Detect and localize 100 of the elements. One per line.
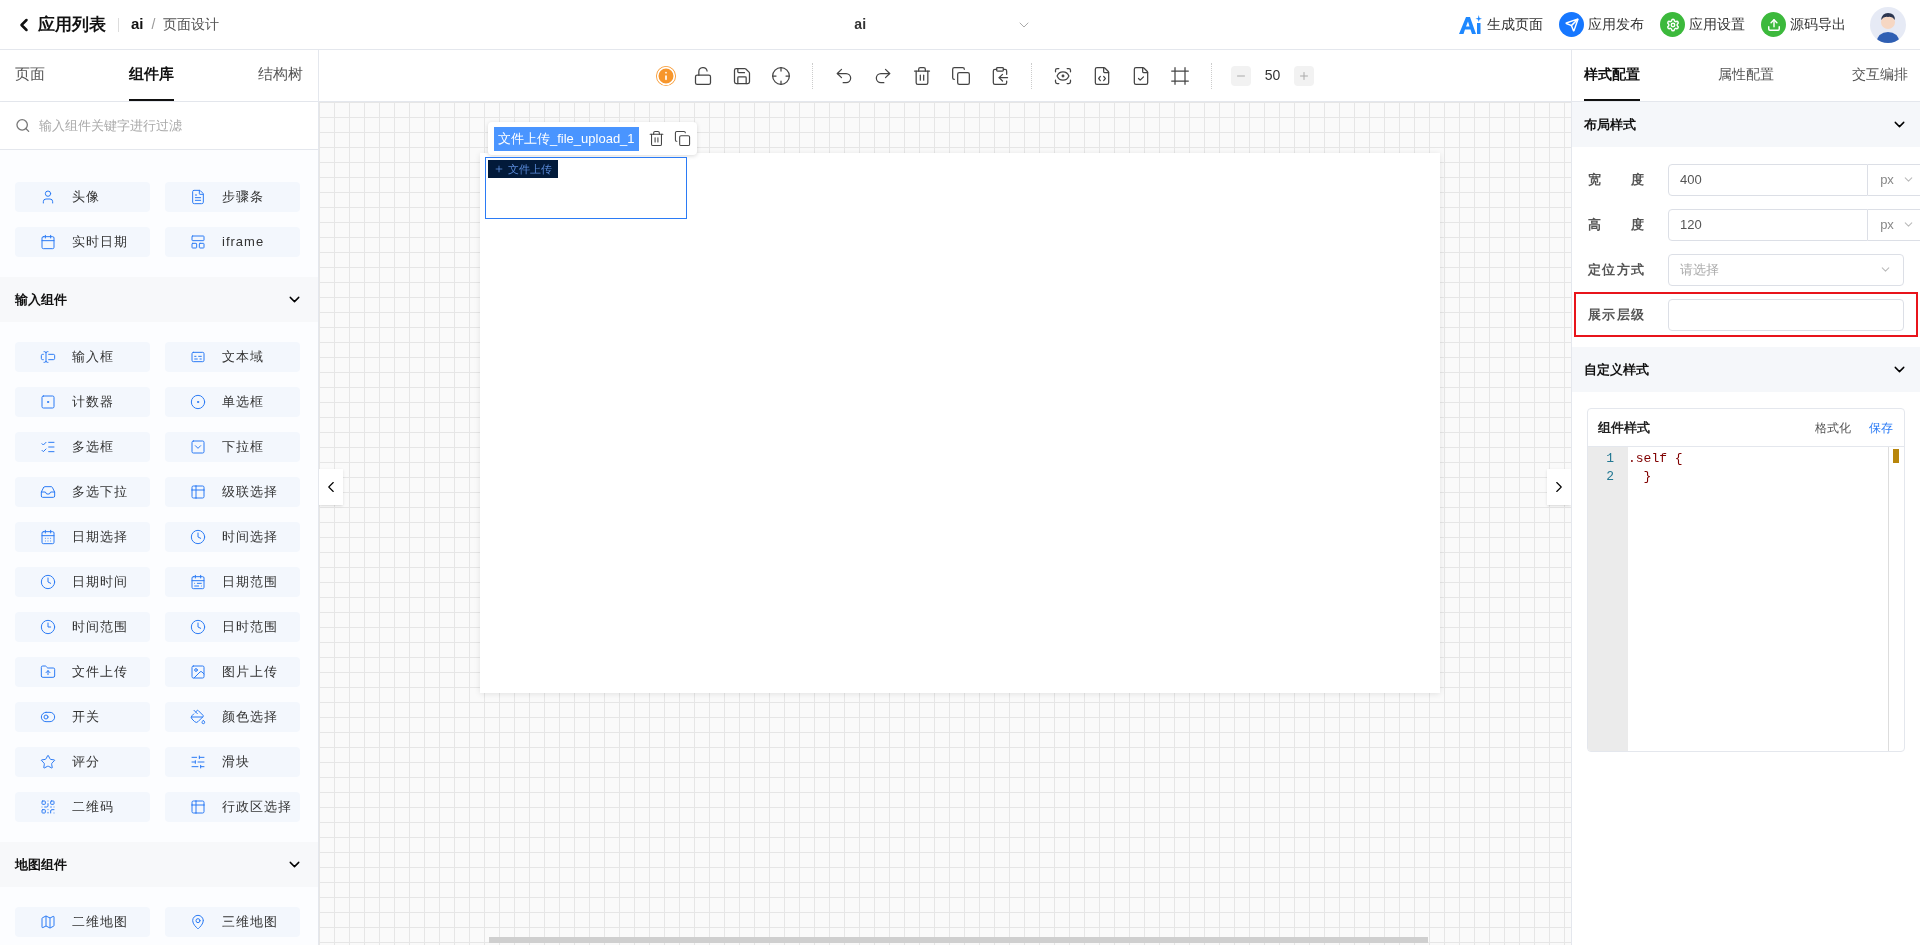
app-select[interactable]: ai xyxy=(854,14,1033,35)
field-label: 定位方式 xyxy=(1588,260,1644,279)
component-icon xyxy=(40,914,56,930)
section-header[interactable]: 自定义样式 xyxy=(1572,347,1920,392)
header-action[interactable]: 应用发布 xyxy=(1559,12,1644,37)
component-item[interactable]: 滑块 xyxy=(165,747,300,777)
number-field[interactable]: 400 xyxy=(1668,163,1868,196)
delete-icon[interactable] xyxy=(647,130,665,147)
number-field[interactable]: 120 xyxy=(1668,208,1868,241)
selected-component[interactable]: 文件上传 xyxy=(485,157,687,219)
component-item[interactable]: 头像 xyxy=(15,182,150,212)
component-item[interactable]: 单选框 xyxy=(165,387,300,417)
component-item[interactable]: 二维地图 xyxy=(15,907,150,937)
component-icon xyxy=(190,914,206,930)
section-header[interactable]: 地图组件 xyxy=(0,842,318,887)
component-icon xyxy=(190,754,206,770)
component-item[interactable]: 日时范围 xyxy=(165,612,300,642)
component-icon xyxy=(190,189,206,205)
component-icon xyxy=(40,394,56,410)
component-item[interactable]: 颜色选择 xyxy=(165,702,300,732)
component-icon xyxy=(190,529,206,545)
plus-icon xyxy=(494,164,504,174)
panel-tab[interactable]: 页面 xyxy=(15,50,45,101)
panel-tab[interactable]: 组件库 xyxy=(129,50,174,101)
scrollbar-marker xyxy=(1893,449,1899,463)
component-item[interactable]: 输入框 xyxy=(15,342,150,372)
component-item[interactable]: 图片上传 xyxy=(165,657,300,687)
component-icon xyxy=(40,484,56,500)
component-icon xyxy=(40,574,56,590)
component-icon xyxy=(40,619,56,635)
header-action[interactable]: 生成页面 xyxy=(1457,13,1543,36)
component-icon xyxy=(190,394,206,410)
component-icon xyxy=(190,439,206,455)
component-icon xyxy=(190,234,206,250)
zoom-value: 50 xyxy=(1264,66,1281,85)
search-field[interactable]: 输入组件关键字进行过滤 xyxy=(15,115,303,136)
component-item[interactable]: 文件上传 xyxy=(15,657,150,687)
collapse-right-button[interactable] xyxy=(1547,469,1571,505)
component-item[interactable]: iframe xyxy=(165,227,300,257)
component-icon xyxy=(40,234,56,250)
header-action[interactable]: 应用设置 xyxy=(1660,12,1745,37)
component-icon xyxy=(40,799,56,815)
section-header[interactable]: 输入组件 xyxy=(0,277,318,322)
editor-action-link[interactable]: 保存 xyxy=(1869,418,1893,437)
field-label: 展示层级 xyxy=(1588,305,1644,324)
section-header[interactable]: 布局样式 xyxy=(1572,102,1920,147)
component-icon xyxy=(190,619,206,635)
panel-tab[interactable]: 结构树 xyxy=(258,50,303,101)
component-item[interactable]: 日期选择 xyxy=(15,522,150,552)
avatar[interactable] xyxy=(1870,6,1906,43)
code-line: } xyxy=(1642,468,1652,485)
editor-action-link[interactable]: 格式化 xyxy=(1815,418,1851,437)
component-item[interactable]: 时间范围 xyxy=(15,612,150,642)
copy-icon[interactable] xyxy=(673,130,691,147)
upload-button[interactable]: 文件上传 xyxy=(488,160,558,178)
component-item[interactable]: 实时日期 xyxy=(15,227,150,257)
panel-tab[interactable]: 交互编排 xyxy=(1852,50,1908,101)
component-item[interactable]: 多选框 xyxy=(15,432,150,462)
component-icon xyxy=(40,189,56,205)
component-item[interactable]: 行政区选择 xyxy=(165,792,300,822)
component-icon xyxy=(40,664,56,680)
field-label: 宽度 xyxy=(1588,170,1644,189)
unit-select[interactable]: px xyxy=(1868,208,1920,241)
component-icon xyxy=(40,754,56,770)
panel-tab[interactable]: 属性配置 xyxy=(1718,50,1774,101)
component-icon xyxy=(190,574,206,590)
component-item[interactable]: 步骤条 xyxy=(165,182,300,212)
plus-icon xyxy=(1298,69,1311,82)
input-field[interactable] xyxy=(1668,298,1904,331)
component-item[interactable]: 开关 xyxy=(15,702,150,732)
component-item[interactable]: 日期时间 xyxy=(15,567,150,597)
component-item[interactable]: 文本域 xyxy=(165,342,300,372)
back-button[interactable]: 应用列表 xyxy=(14,11,106,38)
component-icon xyxy=(190,664,206,680)
collapse-left-button[interactable] xyxy=(319,469,343,505)
unit-select[interactable]: px xyxy=(1868,163,1920,196)
component-icon xyxy=(40,439,56,455)
search-icon xyxy=(15,117,31,134)
line-number: 1 xyxy=(1605,450,1615,467)
component-item[interactable]: 日期范围 xyxy=(165,567,300,597)
component-item[interactable]: 评分 xyxy=(15,747,150,777)
code-line: .self { xyxy=(1628,450,1683,467)
header-action[interactable]: 源码导出 xyxy=(1761,12,1846,37)
page-name: 页面设计 xyxy=(163,15,220,34)
component-icon xyxy=(40,709,56,725)
component-item[interactable]: 级联选择 xyxy=(165,477,300,507)
component-icon xyxy=(40,529,56,545)
component-icon xyxy=(190,799,206,815)
component-item[interactable]: 三维地图 xyxy=(165,907,300,937)
editor-title: 组件样式 xyxy=(1598,418,1650,437)
component-item[interactable]: 下拉框 xyxy=(165,432,300,462)
component-icon xyxy=(190,709,206,725)
component-item[interactable]: 时间选择 xyxy=(165,522,300,552)
horizontal-scrollbar[interactable] xyxy=(489,937,1428,943)
component-icon xyxy=(190,484,206,500)
component-item[interactable]: 计数器 xyxy=(15,387,150,417)
component-item[interactable]: 多选下拉 xyxy=(15,477,150,507)
component-icon xyxy=(190,349,206,365)
component-item[interactable]: 二维码 xyxy=(15,792,150,822)
line-number: 2 xyxy=(1605,468,1615,485)
